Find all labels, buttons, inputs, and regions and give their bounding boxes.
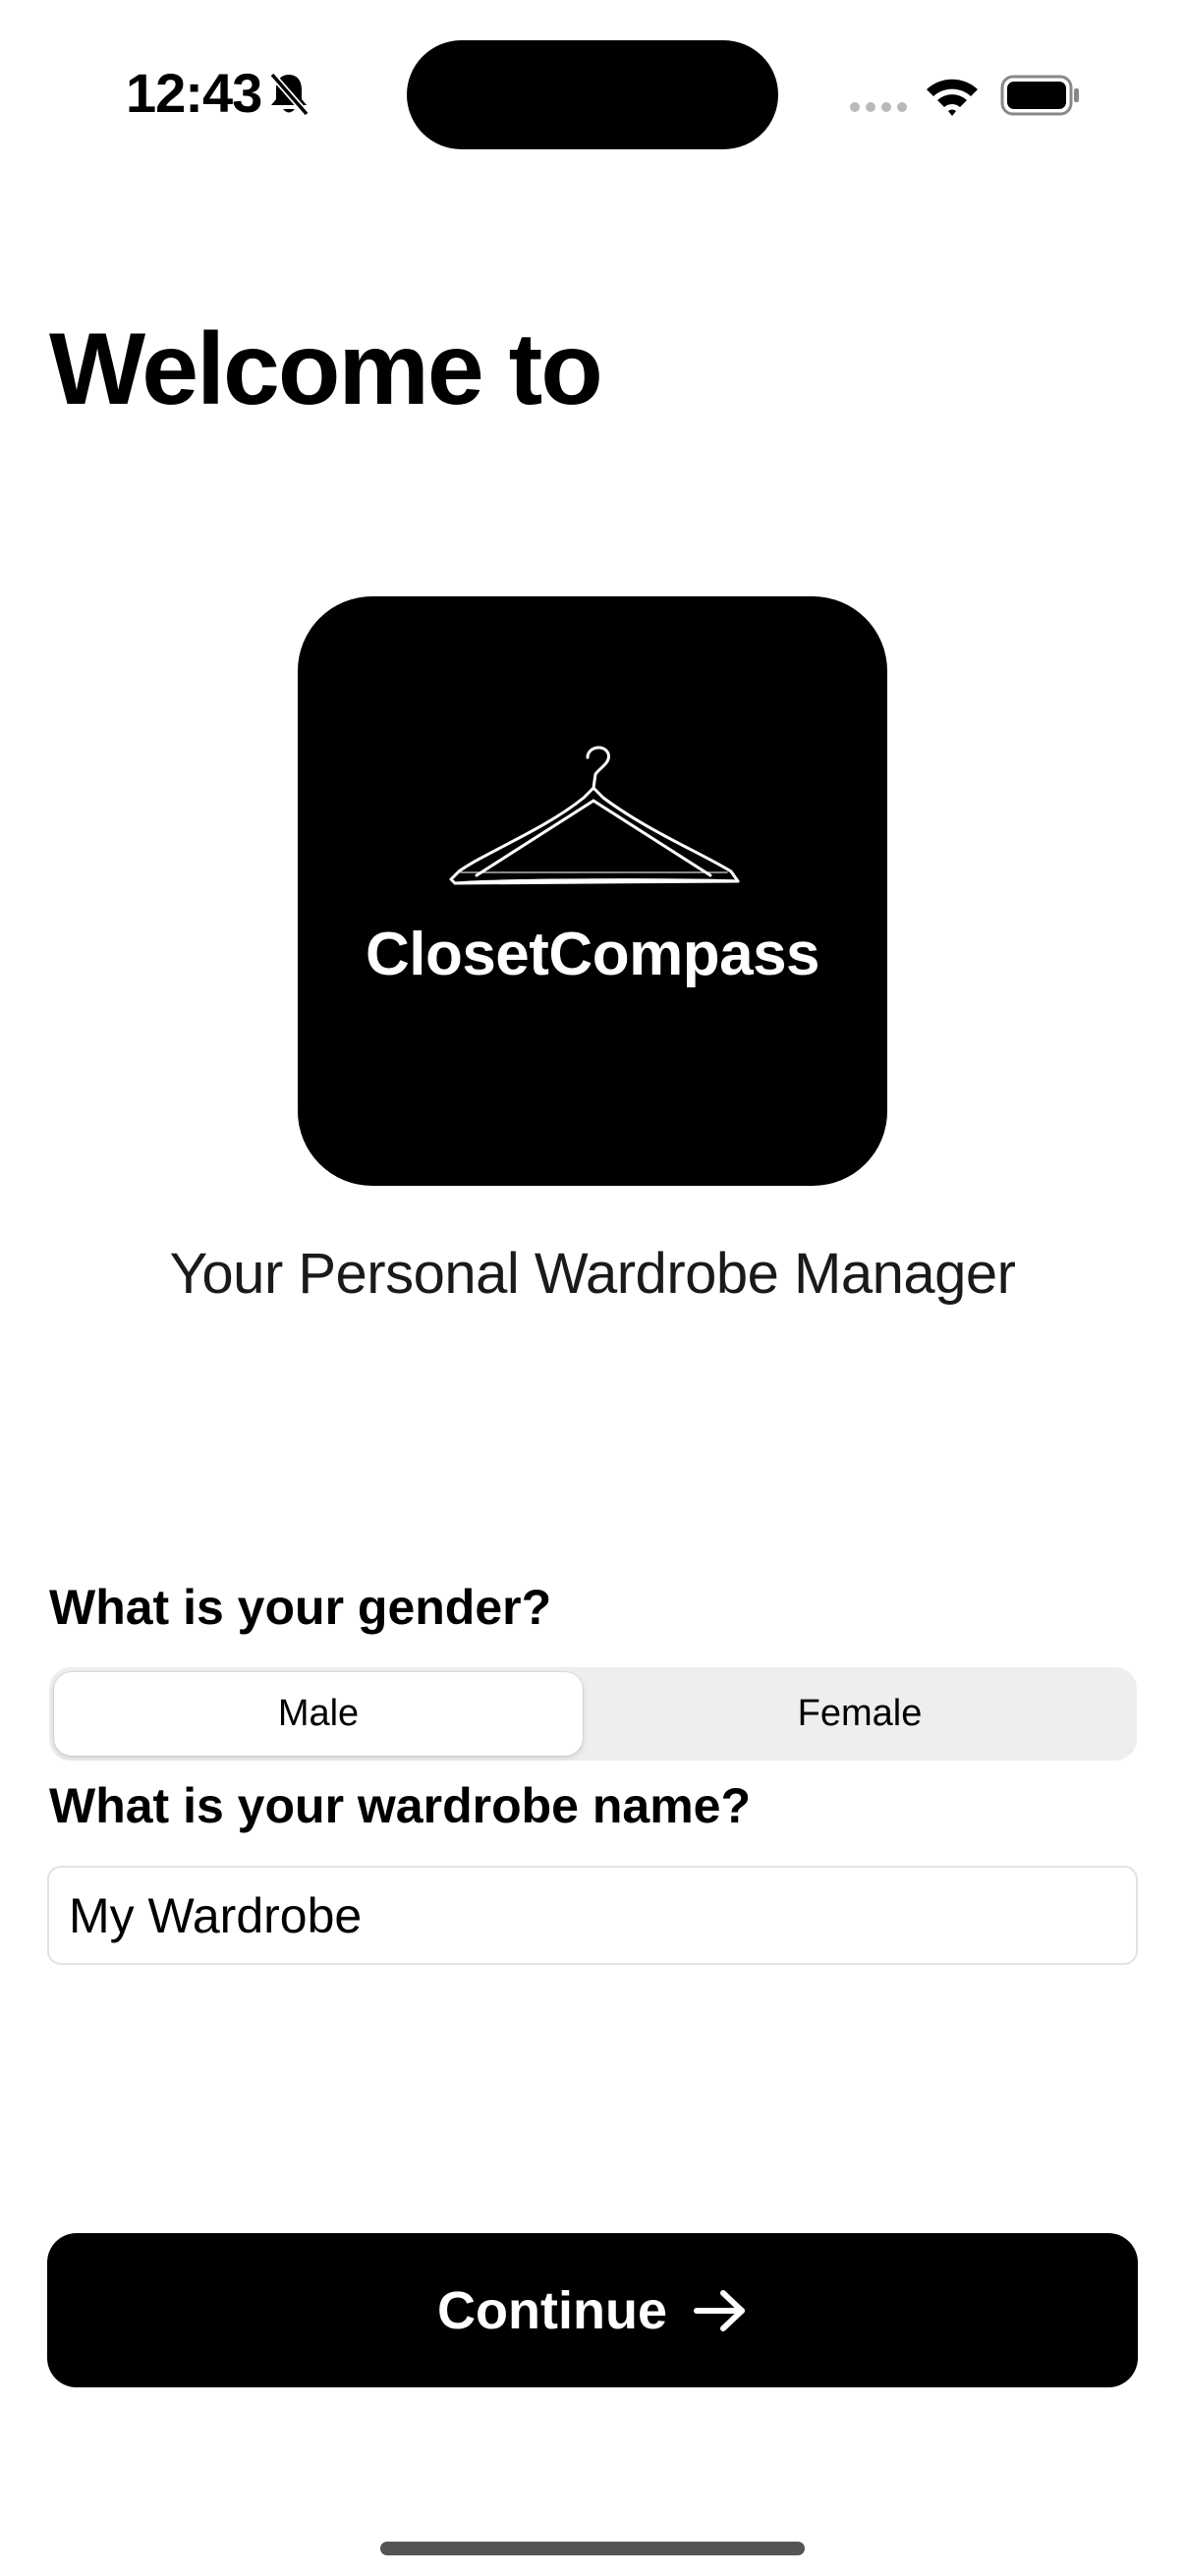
gender-option-male[interactable]: Male [54,1672,583,1756]
continue-label: Continue [437,2280,667,2340]
home-indicator [380,2542,805,2555]
gender-question-label: What is your gender? [49,1580,552,1635]
wardrobe-name-question-label: What is your wardrobe name? [49,1778,752,1833]
status-time: 12:43 [126,62,262,124]
battery-icon [1000,75,1079,116]
app-logo: ClosetCompass [298,596,887,1186]
hanger-icon [449,746,740,885]
gender-option-female[interactable]: Female [588,1672,1132,1756]
dynamic-island [407,40,778,149]
tagline: Your Personal Wardrobe Manager [169,1242,1016,1306]
page-title: Welcome to [49,312,603,426]
gender-segmented-control: Male Female [49,1667,1137,1761]
wifi-icon [927,79,978,116]
continue-button[interactable]: Continue [47,2233,1138,2387]
arrow-right-icon [693,2289,745,2331]
cellular-signal-icon [850,102,907,112]
app-name: ClosetCompass [365,921,820,988]
wardrobe-name-input[interactable] [47,1866,1138,1965]
bell-slash-icon [269,72,310,117]
